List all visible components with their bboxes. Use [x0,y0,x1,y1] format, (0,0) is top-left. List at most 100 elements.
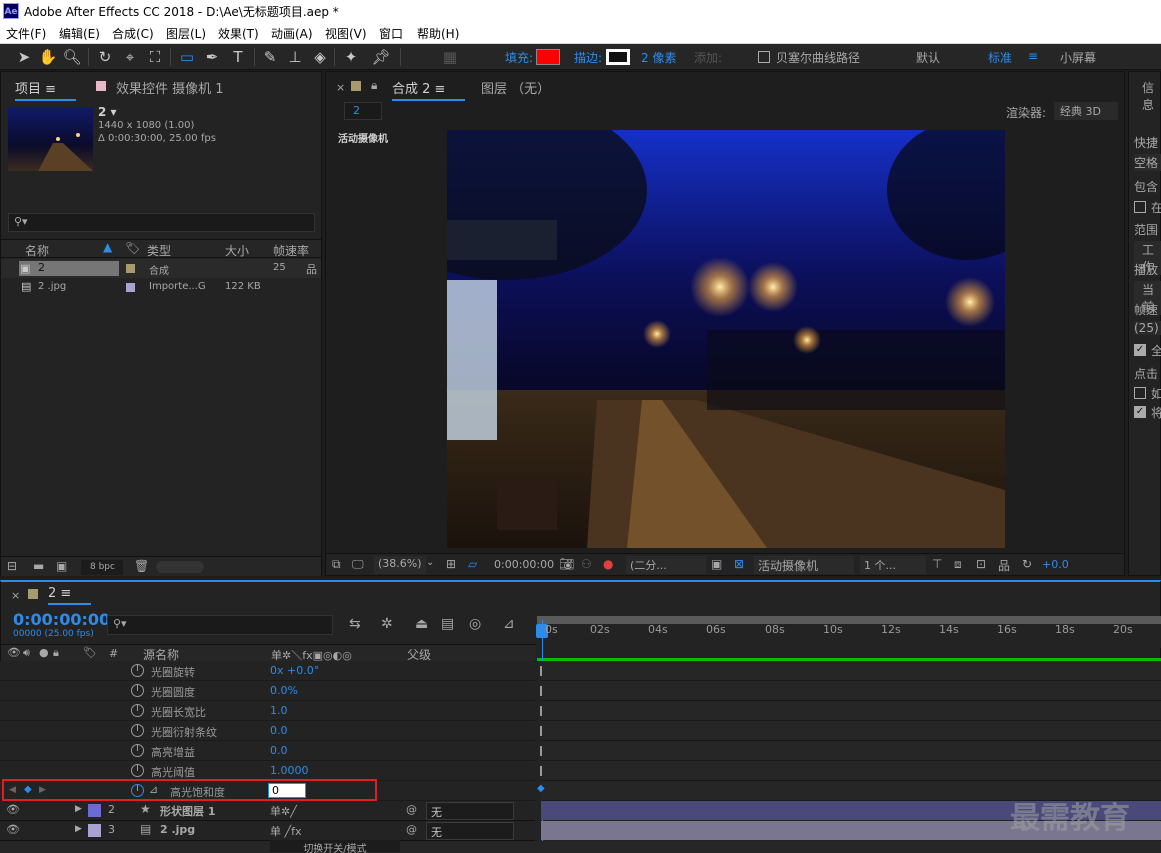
keyframe-marker[interactable] [540,706,542,716]
composition-viewer[interactable] [447,130,1005,548]
rotate-tool-icon[interactable]: ↻ [95,47,115,67]
layer-switches[interactable]: 单✲╱ [270,803,297,819]
workspace-default[interactable]: 默认 [916,49,940,66]
views-layout-dropdown[interactable]: 1 个... [860,556,926,574]
clone-stamp-tool-icon[interactable]: ⊥ [285,47,305,67]
property-value[interactable]: 0.0 [270,744,288,757]
interpret-footage-icon[interactable]: ⊟ [7,559,17,573]
selection-tool-icon[interactable]: ➤ [14,47,34,67]
column-fps[interactable]: 帧速率 [273,242,309,259]
thumbnail-size-slider[interactable] [156,561,204,573]
flowchart-icon[interactable]: 品 [998,557,1010,574]
layer-name[interactable]: 2 .jpg [160,823,195,836]
graph-editor-icon[interactable]: ⊿ [503,616,515,632]
camera-tool-icon[interactable]: ⌖ [120,47,140,67]
pickwhip-icon[interactable]: @ [406,803,417,816]
comp-name[interactable]: 2 ▾ [98,105,117,119]
video-visibility-icon[interactable]: 👁︎ [7,646,21,659]
pen-tool-icon[interactable]: ✒ [202,47,222,67]
eye-icon[interactable]: 👁︎ [6,803,20,816]
stopwatch-icon[interactable] [131,764,144,777]
workspace-standard[interactable]: 标准 [988,49,1012,66]
reset-exposure-icon[interactable]: ↻ [1022,557,1032,571]
new-comp-icon[interactable]: ▣ [56,559,67,573]
grid-icon[interactable]: ⊞ [446,557,456,571]
keyframe-marker[interactable] [540,686,542,696]
property-value[interactable]: 0.0% [270,684,298,697]
tab-effect-controls[interactable]: 效果控件 摄像机 1 [116,78,224,97]
layer-label-color[interactable] [88,824,101,837]
close-icon[interactable]: × [11,589,20,602]
keyframe-marker[interactable] [540,766,542,776]
toggle-switches-modes[interactable]: 切换开关/模式 [270,840,400,853]
keyframe-diamond[interactable]: ◆ [537,783,545,794]
project-item-row[interactable]: ▣ 2 合成 25 品 [1,259,321,278]
zoom-dropdown[interactable]: (38.6%) [374,556,426,574]
property-row[interactable]: 光圈长宽比 1.0 [0,701,535,721]
keyframe-marker[interactable] [540,746,542,756]
menu-help[interactable]: 帮助(H) [417,25,459,42]
timeline-current-time[interactable]: 0:00:00:00 [13,610,110,629]
tab-project[interactable]: 项目 ≡ [15,78,77,101]
info-field[interactable]: 空格 [1134,154,1161,171]
rectangle-tool-icon[interactable]: ▭ [177,47,197,67]
item-label-color[interactable] [126,264,135,273]
column-size[interactable]: 大小 [225,242,249,259]
keyframe-marker[interactable] [540,666,542,676]
expand-arrow-icon[interactable]: ▶ [75,824,82,834]
property-value[interactable]: 0.0 [270,724,288,737]
menu-animation[interactable]: 动画(A) [271,25,313,42]
brush-tool-icon[interactable]: ✎ [260,47,280,67]
lock-icon[interactable]: 🔒︎ [53,646,59,660]
info-field[interactable]: (25) [1134,321,1161,335]
keyframe-marker[interactable] [540,726,542,736]
audio-icon[interactable]: 🔊︎ [23,646,30,660]
eraser-tool-icon[interactable]: ◈ [310,47,330,67]
mask-visibility-icon[interactable]: ▱ [468,557,477,571]
shy-layers-icon[interactable]: ⏏ [415,616,428,632]
menu-effect[interactable]: 效果(T) [218,25,259,42]
layer-row[interactable]: 👁︎ ▶ 3 ▤ 2 .jpg 单 ╱fx @ 无 [0,821,535,841]
property-row[interactable]: 光圈衍射条纹 0.0 [0,721,535,741]
timeline-icon[interactable]: ⊡ [976,557,986,571]
solo-icon[interactable]: ● [39,646,49,659]
column-name[interactable]: 名称 [25,242,49,259]
property-row[interactable]: 高光阈值 1.0000 [0,761,535,781]
view-dropdown[interactable]: 活动摄像机 [754,556,854,574]
expand-arrow-icon[interactable]: ▶ [75,804,82,814]
monitor-icon[interactable]: 🖵︎ [352,557,364,572]
fill-swatch[interactable] [536,49,560,65]
stopwatch-icon[interactable] [131,724,144,737]
stopwatch-icon[interactable] [131,684,144,697]
property-row[interactable]: 光圈旋转 0x +0.0° [0,661,535,681]
snapshot-icon[interactable]: 📷︎ [559,557,574,571]
type-tool-icon[interactable]: T [228,47,248,67]
layer-label-color[interactable] [88,804,101,817]
info-checkbox[interactable] [1134,387,1146,399]
draft-3d-icon[interactable]: ✲ [381,616,393,632]
column-type[interactable]: 类型 [147,242,171,259]
region-of-interest-icon[interactable]: ▣ [711,557,722,571]
always-preview-icon[interactable]: ⧉ [332,557,341,572]
resolution-dropdown[interactable]: (二分... [626,556,706,574]
trash-icon[interactable]: 🗑︎ [134,559,149,573]
menu-edit[interactable]: 编辑(E) [59,25,100,42]
pan-behind-tool-icon[interactable]: ⛶ [145,47,165,67]
toggle-pixel-aspect-icon[interactable]: ⊤ [932,557,942,571]
lock-icon[interactable]: 🔒︎ [371,78,377,93]
snapping-icon[interactable]: ▦ [440,47,460,67]
project-item-row[interactable]: ▤ 2 .jpg Importe...G 122 KB [1,278,321,297]
workspace-small-screen[interactable]: 小屏幕 [1060,49,1096,66]
comp-mini-flowchart-icon[interactable]: ⇆ [349,616,361,632]
renderer-button[interactable]: 经典 3D [1054,102,1118,120]
project-search-input[interactable]: ⚲▾ [8,213,315,232]
info-checkbox-checked[interactable]: ✓ [1134,406,1146,418]
comp-breadcrumb[interactable]: 2 [344,102,382,120]
property-row[interactable]: 高亮增益 0.0 [0,741,535,761]
exposure-value[interactable]: +0.0 [1042,558,1069,571]
zoom-tool-icon[interactable]: 🔍︎ [62,47,82,67]
layer-row[interactable]: 👁︎ ▶ 2 ★ 形状图层 1 单✲╱ @ 无 [0,801,535,821]
timeline-search-input[interactable]: ⚲▾ [107,615,333,635]
layer-name[interactable]: 形状图层 1 [160,803,215,819]
item-label-color[interactable] [126,283,135,292]
